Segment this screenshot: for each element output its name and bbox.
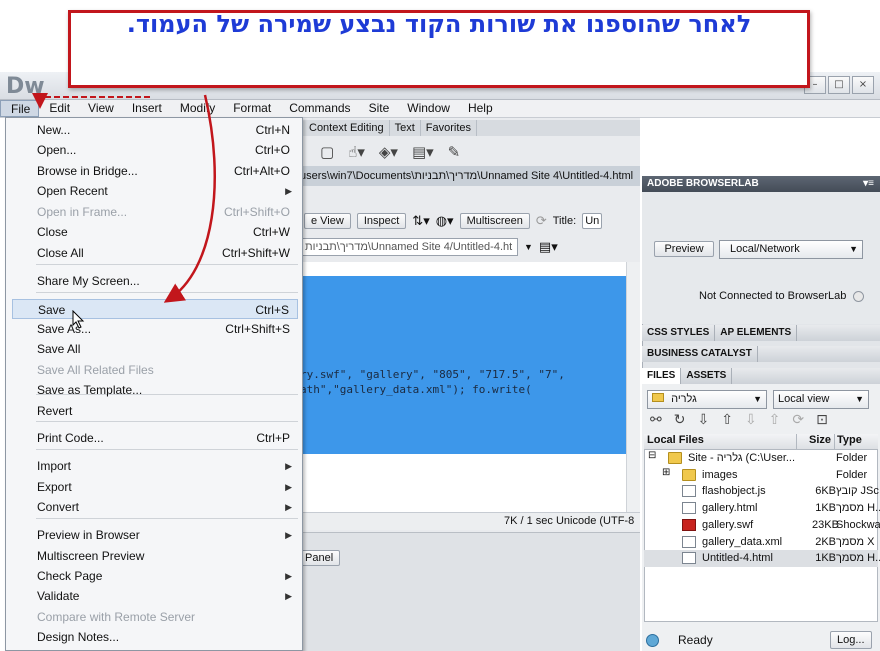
arrow-to-file-menu (32, 93, 150, 109)
mouse-cursor-icon (72, 310, 85, 329)
arrow-to-save (163, 94, 216, 303)
annotation-arrows (32, 93, 216, 303)
